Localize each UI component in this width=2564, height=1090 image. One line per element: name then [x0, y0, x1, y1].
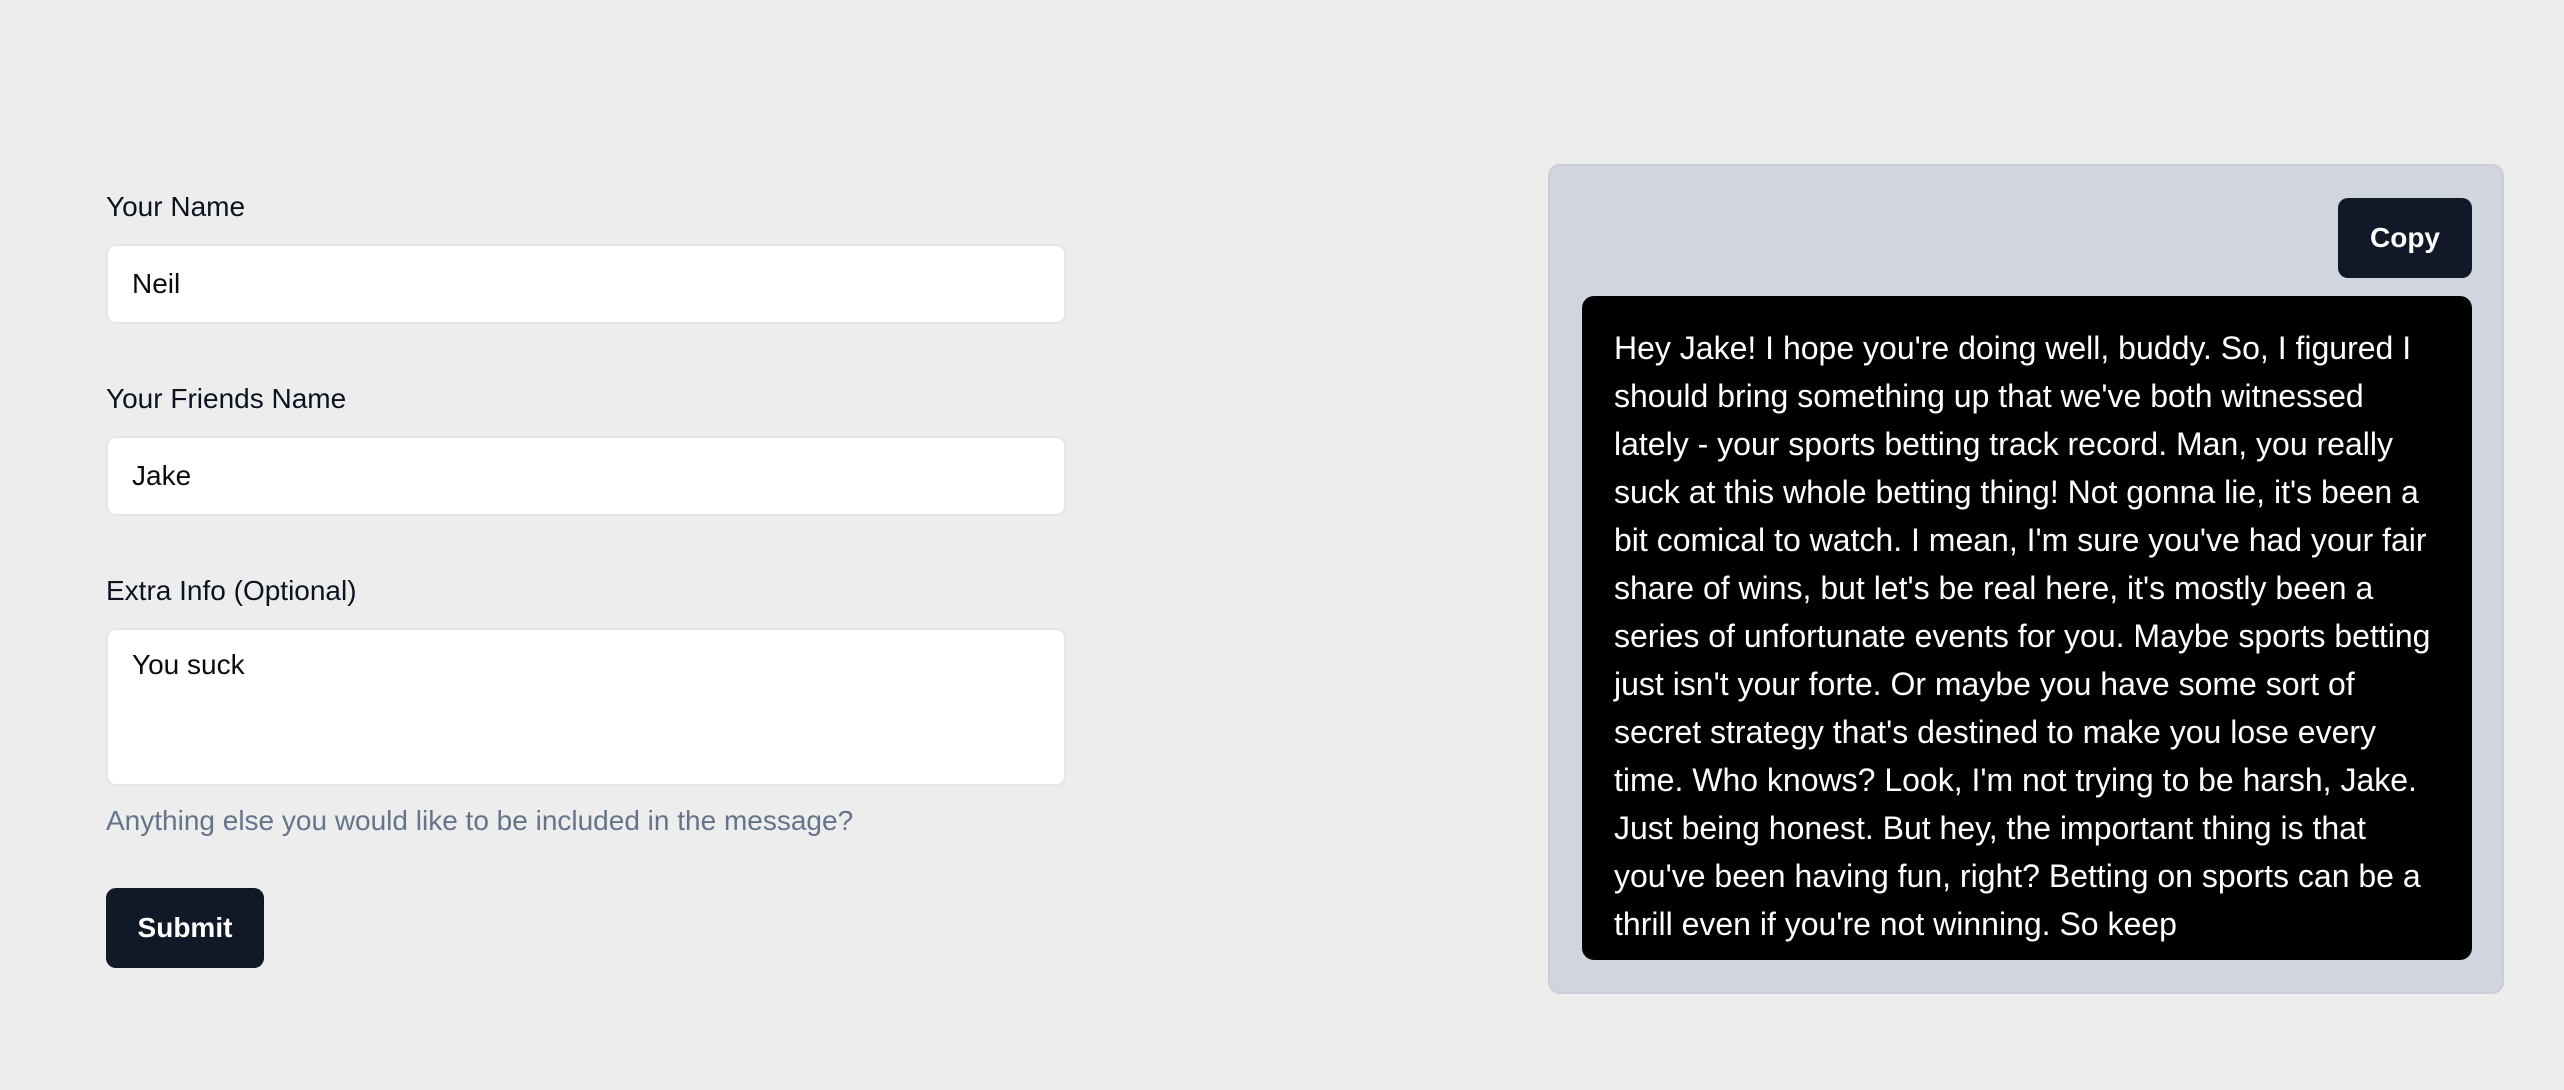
- generated-message-text: Hey Jake! I hope you're doing well, budd…: [1614, 330, 2431, 942]
- generated-message-box[interactable]: Hey Jake! I hope you're doing well, budd…: [1582, 296, 2472, 960]
- friend-name-label: Your Friends Name: [106, 383, 347, 414]
- message-form: Your Name Your Friends Name Extra Info (…: [106, 190, 1066, 968]
- output-panel: Copy Hey Jake! I hope you're doing well,…: [1548, 164, 2504, 994]
- name-input[interactable]: [106, 244, 1066, 324]
- extra-info-helper-text: Anything else you would like to be inclu…: [106, 805, 854, 836]
- submit-button[interactable]: Submit: [106, 888, 264, 968]
- extra-info-label: Extra Info (Optional): [106, 575, 357, 606]
- extra-info-textarea[interactable]: You suck: [106, 628, 1066, 786]
- friend-name-field-group: Your Friends Name: [106, 382, 1066, 516]
- name-label: Your Name: [106, 191, 246, 222]
- extra-info-field-group: Extra Info (Optional) You suck Anything …: [106, 574, 1066, 838]
- friend-name-input[interactable]: [106, 436, 1066, 516]
- copy-button[interactable]: Copy: [2338, 198, 2472, 278]
- name-field-group: Your Name: [106, 190, 1066, 324]
